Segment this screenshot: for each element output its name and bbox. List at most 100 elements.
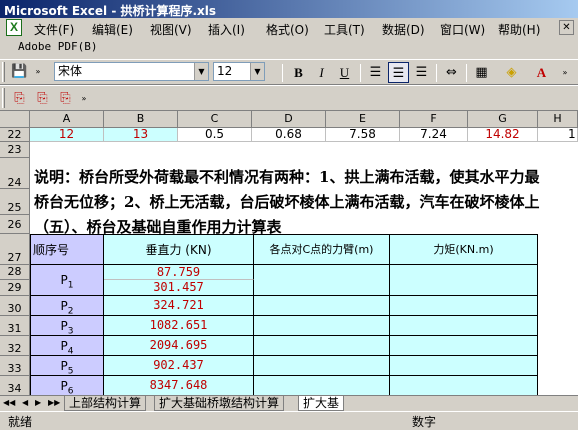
- adobe-pdf-menu[interactable]: Adobe PDF(B): [18, 40, 97, 53]
- pdf-review-icon[interactable]: ⎘: [55, 88, 76, 109]
- row-header[interactable]: 27: [0, 234, 30, 265]
- close-icon[interactable]: ✕: [559, 20, 574, 35]
- row-header[interactable]: 30: [0, 296, 30, 316]
- borders-icon[interactable]: ▦: [471, 62, 492, 83]
- table-row-label[interactable]: P5: [30, 356, 104, 376]
- column-header[interactable]: A: [30, 111, 104, 128]
- cell-B22[interactable]: 13: [104, 128, 178, 142]
- spreadsheet-grid[interactable]: A B C D E F G H 22 23 24 25 26 27 28 29 …: [0, 111, 578, 395]
- row-header[interactable]: 33: [0, 356, 30, 376]
- sheet-tab[interactable]: 上部结构计算: [64, 396, 147, 411]
- row-header[interactable]: 24: [0, 158, 30, 189]
- table-cell-force[interactable]: 324.721: [104, 296, 254, 316]
- merge-center-icon[interactable]: ⇔: [441, 62, 462, 83]
- table-cell-moment[interactable]: [390, 376, 538, 395]
- table-cell-force[interactable]: 2094.695: [104, 336, 254, 356]
- menu-format[interactable]: 格式(O): [266, 21, 309, 38]
- table-row-label[interactable]: P3: [30, 316, 104, 336]
- row-header[interactable]: 34: [0, 376, 30, 395]
- first-sheet-icon[interactable]: ◀◀: [3, 398, 15, 407]
- toolbar-grip[interactable]: [2, 62, 5, 82]
- table-header-vertical-force[interactable]: 垂直力 (KN): [104, 234, 254, 265]
- column-header[interactable]: B: [104, 111, 178, 128]
- menu-file[interactable]: 文件(F): [34, 21, 74, 38]
- toolbar-options-icon[interactable]: »: [32, 61, 44, 82]
- column-header[interactable]: E: [326, 111, 400, 128]
- excel-doc-icon[interactable]: [6, 19, 22, 36]
- table-cell-force[interactable]: 8347.648: [104, 376, 254, 395]
- row-header[interactable]: 28: [0, 265, 30, 280]
- menu-window[interactable]: 窗口(W): [440, 21, 485, 38]
- table-cell-force[interactable]: 301.457: [104, 280, 254, 296]
- menu-insert[interactable]: 插入(I): [208, 21, 245, 38]
- row-header[interactable]: 22: [0, 128, 30, 142]
- column-header[interactable]: G: [468, 111, 538, 128]
- column-header[interactable]: D: [252, 111, 326, 128]
- toolbar-overflow-icon[interactable]: »: [559, 62, 571, 83]
- sheet-tab-active[interactable]: 扩大基: [298, 396, 345, 411]
- cell-F22[interactable]: 7.24: [400, 128, 468, 142]
- menu-view[interactable]: 视图(V): [150, 21, 192, 38]
- cell-D22[interactable]: 0.68: [252, 128, 326, 142]
- table-cell-force[interactable]: 902.437: [104, 356, 254, 376]
- align-right-icon[interactable]: ☰: [411, 62, 432, 83]
- table-cell-arm[interactable]: [254, 296, 390, 316]
- row-header[interactable]: 31: [0, 316, 30, 336]
- pdf-email-icon[interactable]: ⎘: [32, 88, 53, 109]
- table-header-moment[interactable]: 力矩(KN.m): [390, 234, 538, 265]
- cell-G22[interactable]: 14.82: [468, 128, 538, 142]
- table-row-label[interactable]: P4: [30, 336, 104, 356]
- font-name-combo[interactable]: 宋体 ▼: [54, 62, 209, 81]
- table-cell-arm[interactable]: [254, 336, 390, 356]
- row-header[interactable]: 25: [0, 189, 30, 215]
- table-row-label[interactable]: P2: [30, 296, 104, 316]
- italic-button[interactable]: I: [311, 62, 332, 83]
- table-header-lever-arm[interactable]: 各点对C点的力臂(m): [254, 234, 390, 265]
- column-header[interactable]: C: [178, 111, 252, 128]
- column-header[interactable]: H: [538, 111, 578, 128]
- table-cell-moment[interactable]: [390, 336, 538, 356]
- menu-help[interactable]: 帮助(H): [498, 21, 540, 38]
- table-cell-moment[interactable]: [390, 296, 538, 316]
- column-header[interactable]: F: [400, 111, 468, 128]
- table-cell-moment[interactable]: [390, 356, 538, 376]
- table-row-label[interactable]: P6: [30, 376, 104, 395]
- save-icon[interactable]: 💾: [9, 61, 30, 82]
- cell-C22[interactable]: 0.5: [178, 128, 252, 142]
- table-cell-arm[interactable]: [254, 316, 390, 336]
- menu-edit[interactable]: 编辑(E): [92, 21, 133, 38]
- select-all-corner[interactable]: [0, 111, 30, 128]
- prev-sheet-icon[interactable]: ◀: [22, 398, 28, 407]
- table-cell-arm[interactable]: [254, 376, 390, 395]
- cell-H22[interactable]: 1: [538, 128, 578, 142]
- align-center-icon[interactable]: ☰: [388, 62, 409, 83]
- row-header[interactable]: 32: [0, 336, 30, 356]
- cell-A22[interactable]: 12: [30, 128, 104, 142]
- table-cell-force[interactable]: 87.759: [104, 265, 254, 280]
- menu-data[interactable]: 数据(D): [382, 21, 425, 38]
- table-header-index[interactable]: 顺序号: [30, 234, 104, 265]
- table-cell-arm[interactable]: [254, 265, 390, 296]
- font-size-combo[interactable]: 12 ▼: [213, 62, 265, 81]
- row-header[interactable]: 23: [0, 142, 30, 158]
- convert-to-pdf-icon[interactable]: ⎘: [9, 88, 30, 109]
- row-header[interactable]: 26: [0, 215, 30, 234]
- underline-button[interactable]: U: [334, 62, 355, 83]
- next-sheet-icon[interactable]: ▶: [35, 398, 41, 407]
- bold-button[interactable]: B: [288, 62, 309, 83]
- table-cell-arm[interactable]: [254, 356, 390, 376]
- table-cell-moment[interactable]: [390, 265, 538, 296]
- menu-tools[interactable]: 工具(T): [324, 21, 365, 38]
- table-cell-force[interactable]: 1082.651: [104, 316, 254, 336]
- last-sheet-icon[interactable]: ▶▶: [48, 398, 60, 407]
- sheet-tab[interactable]: 扩大基础桥墩结构计算: [154, 396, 285, 411]
- align-left-icon[interactable]: ☰: [365, 62, 386, 83]
- toolbar-overflow-icon[interactable]: »: [78, 88, 90, 109]
- cell-E22[interactable]: 7.58: [326, 128, 400, 142]
- table-row-label[interactable]: P1: [30, 265, 104, 296]
- table-cell-moment[interactable]: [390, 316, 538, 336]
- toolbar-grip[interactable]: [2, 88, 5, 108]
- row-header[interactable]: 29: [0, 280, 30, 296]
- fill-color-icon[interactable]: ◈: [501, 62, 522, 83]
- font-color-icon[interactable]: A: [531, 62, 552, 83]
